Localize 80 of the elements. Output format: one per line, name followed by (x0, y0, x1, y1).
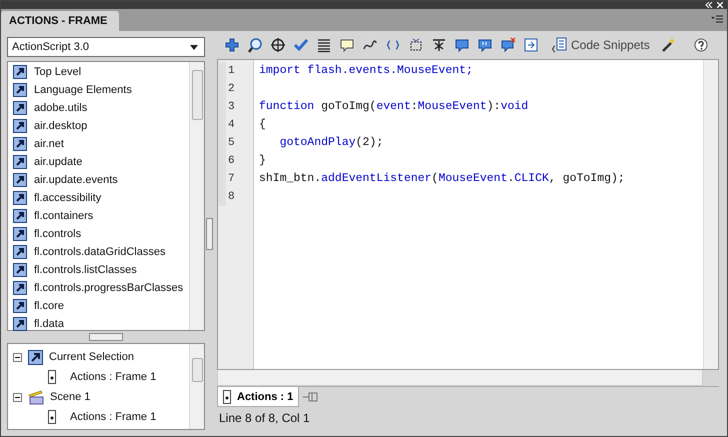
language-dropdown[interactable]: ActionScript 3.0 (7, 37, 205, 57)
toolbox-item[interactable]: fl.data (34, 318, 64, 330)
arrow-box-icon (13, 299, 27, 313)
toolbox-item[interactable]: fl.accessibility (34, 192, 102, 204)
arrow-box-icon (13, 155, 27, 169)
toolbox-item[interactable]: air.update (34, 156, 82, 168)
add-icon[interactable] (223, 36, 241, 54)
code-line: } (259, 154, 266, 167)
toolbox-item[interactable]: Language Elements (34, 84, 132, 96)
caret-icon (190, 44, 198, 50)
close-icon[interactable] (717, 2, 723, 8)
toolbox-item[interactable]: fl.controls (34, 228, 82, 240)
code-line: import flash.events.MouseEvent; (259, 64, 473, 77)
find-icon[interactable] (246, 36, 264, 54)
line-number: 2 (218, 80, 253, 98)
toolbox-item[interactable]: air.update.events (34, 174, 118, 186)
toolbox-item[interactable]: Top Level (34, 66, 82, 78)
panel-toggle-icon[interactable] (522, 36, 540, 54)
line-number: 8 (218, 188, 253, 206)
scrollbar[interactable] (703, 60, 718, 369)
toolbox-item[interactable]: fl.core (34, 300, 64, 312)
line-number: 7 (218, 170, 253, 188)
arrow-box-icon (13, 209, 27, 223)
navigator-item[interactable]: Scene 1 (50, 391, 90, 403)
collapse-icon[interactable] (705, 2, 713, 8)
arrow-box-icon (13, 317, 27, 331)
status-text: Line 8 of 8, Col 1 (219, 411, 310, 425)
code-snippets-button[interactable]: Code Snippets (551, 37, 650, 53)
clapperboard-icon (28, 390, 44, 404)
arrow-box-icon (13, 137, 27, 151)
arrow-box-icon (13, 119, 27, 133)
toolbox-item[interactable]: adobe.utils (34, 102, 88, 114)
toolbox-item[interactable]: fl.containers (34, 210, 94, 222)
collapse-toggle[interactable] (13, 392, 22, 402)
frame-icon (48, 410, 56, 424)
navigator-item[interactable]: Current Selection (49, 351, 134, 363)
remove-comment-icon[interactable] (499, 36, 517, 54)
code-editor[interactable]: 1 2 3 4 5 6 7 8 import flash.events.MouseEvent; function goToImg(event:MouseEvent):void { gotoAndPlay(2); } shIm_btn.addEventListener(MouseEvent.CLICK, goToImg); (217, 59, 719, 370)
arrow-box-icon (13, 281, 27, 295)
scrollbar[interactable] (189, 62, 204, 330)
code-line: function goToImg(event:MouseEvent):void (259, 100, 528, 113)
menu-icon[interactable] (711, 15, 723, 23)
toolbox-item[interactable]: air.net (34, 138, 64, 150)
pin-icon[interactable] (303, 391, 320, 403)
panel-tab[interactable]: ACTIONS - FRAME (1, 11, 120, 31)
toolbox-item[interactable]: fl.controls.listClasses (34, 264, 137, 276)
toolbox-item[interactable]: fl.controls.dataGridClasses (34, 246, 166, 258)
navigator-item[interactable]: Actions : Frame 1 (70, 411, 156, 423)
toolbox-item[interactable]: air.desktop (34, 120, 88, 132)
line-number: 6 (218, 152, 253, 170)
check-icon[interactable] (292, 36, 310, 54)
splitter-handle[interactable] (89, 333, 123, 341)
arrow-box-icon (13, 101, 27, 115)
arrow-box-icon (13, 227, 27, 241)
code-line: shIm_btn.addEventListener(MouseEvent.CLICK, goToImg); (259, 172, 625, 185)
scrollbar[interactable] (189, 344, 204, 429)
toolbox-item[interactable]: fl.controls.progressBarClasses (34, 282, 184, 294)
code-line: { (259, 118, 266, 131)
arrow-box-icon (28, 350, 43, 364)
arrow-box-icon (13, 83, 27, 97)
line-number: 5 (218, 134, 253, 152)
frame-icon (223, 390, 231, 404)
splitter-handle[interactable] (206, 218, 212, 250)
line-number: 4 (218, 116, 253, 134)
collapse-toggle[interactable] (13, 352, 22, 362)
scrollbar[interactable] (217, 370, 703, 386)
arrow-box-icon (13, 173, 27, 187)
target-icon[interactable] (269, 36, 287, 54)
line-number: 1 (218, 62, 253, 80)
snippet-icon (551, 37, 567, 53)
code-line: gotoAndPlay(2); (280, 136, 384, 149)
script-tab[interactable]: Actions : 1 (217, 387, 300, 407)
line-number: 3 (218, 98, 253, 116)
arrow-box-icon (13, 65, 27, 79)
arrow-box-icon (13, 191, 27, 205)
help-icon[interactable] (692, 36, 710, 54)
navigator-item[interactable]: Actions : Frame 1 (70, 371, 156, 383)
frame-icon (48, 370, 56, 384)
arrow-box-icon (13, 263, 27, 277)
arrow-box-icon (13, 245, 27, 259)
